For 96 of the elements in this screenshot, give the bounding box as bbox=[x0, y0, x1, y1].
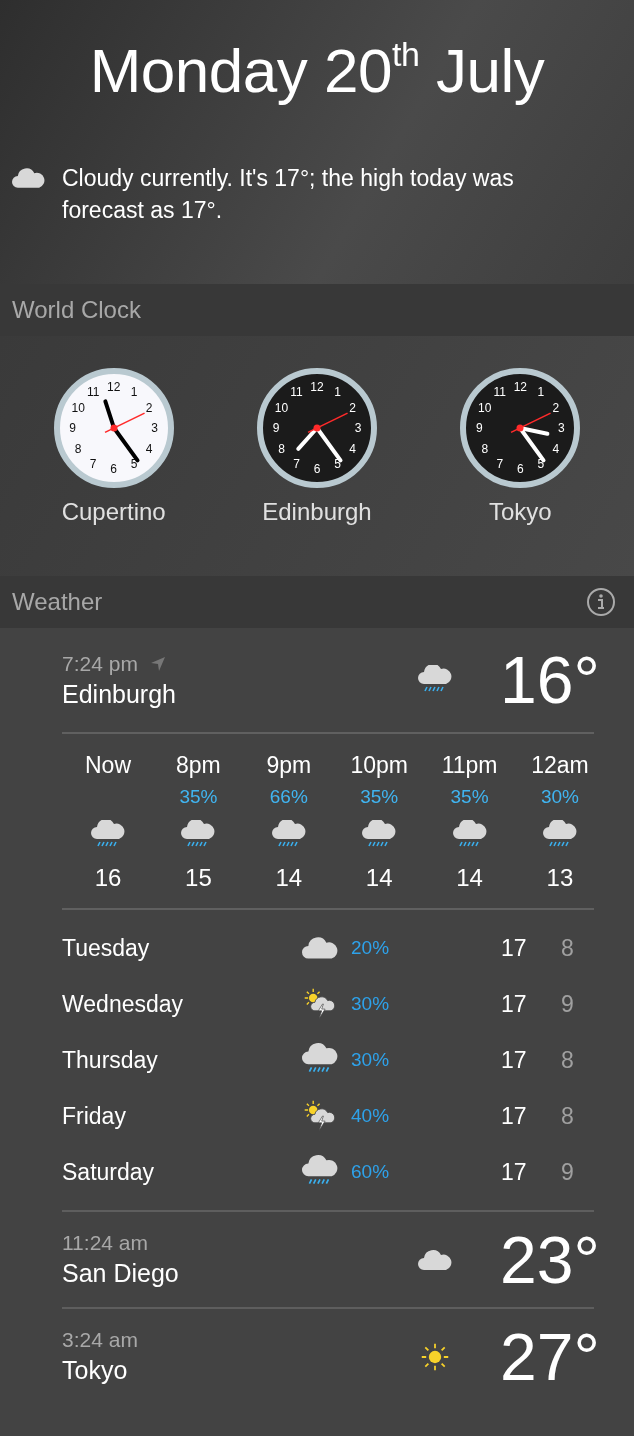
clock-numeral: 1 bbox=[334, 386, 341, 399]
rain-chance: 20% bbox=[351, 937, 391, 959]
clock-numeral: 2 bbox=[145, 401, 153, 414]
clock-numeral: 2 bbox=[349, 401, 356, 414]
rain-chance: 60% bbox=[351, 1161, 391, 1183]
clock-numeral: 4 bbox=[349, 442, 356, 455]
second-hand bbox=[510, 412, 552, 434]
clock-numeral: 9 bbox=[475, 422, 483, 434]
high-temperature: 17 bbox=[501, 990, 528, 1018]
high-temperature: 17 bbox=[501, 1046, 528, 1074]
local-time: 11:24 am bbox=[62, 1231, 148, 1255]
city-name: San Diego bbox=[62, 1259, 179, 1288]
rain-chance: 30% bbox=[540, 785, 579, 809]
hour-label: Now bbox=[85, 752, 131, 780]
center-pin bbox=[313, 424, 321, 432]
hour-temperature: 16 bbox=[94, 864, 122, 892]
hour-temperature: 14 bbox=[275, 864, 303, 892]
high-temperature: 17 bbox=[501, 1102, 528, 1130]
section-title: World Clock bbox=[12, 296, 141, 324]
clock-numeral: 10 bbox=[478, 401, 492, 414]
current-temperature: 27° bbox=[500, 1318, 594, 1395]
clock-numeral: 3 bbox=[354, 422, 362, 434]
clock-numeral: 12 bbox=[107, 381, 121, 393]
hour-label: 11pm bbox=[441, 752, 498, 780]
clock-numeral: 9 bbox=[69, 422, 76, 434]
local-time: 7:24 pm bbox=[62, 651, 138, 676]
center-pin bbox=[516, 424, 524, 432]
day-name: Thursday bbox=[62, 1046, 159, 1074]
rain-chance: 30% bbox=[351, 993, 391, 1015]
clock-numeral: 12 bbox=[513, 381, 527, 393]
clock-numeral: 1 bbox=[537, 386, 545, 399]
second-hand bbox=[103, 412, 145, 434]
clock-numeral: 3 bbox=[557, 422, 565, 434]
clock-numeral: 6 bbox=[313, 463, 321, 475]
clock-numeral: 2 bbox=[552, 401, 560, 414]
city-label: Tokyo bbox=[488, 498, 552, 526]
day-name: Saturday bbox=[62, 1158, 156, 1186]
clock-numeral: 9 bbox=[272, 422, 280, 434]
clock-numeral: 3 bbox=[151, 422, 158, 434]
clock-numeral: 10 bbox=[71, 401, 85, 414]
hour-temperature: 14 bbox=[456, 864, 483, 892]
sun-thunderstorm-icon bbox=[302, 1099, 338, 1133]
clock-numeral: 11 bbox=[86, 386, 100, 399]
low-temperature: 8 bbox=[561, 1046, 574, 1074]
clock-numeral: 8 bbox=[278, 442, 285, 455]
clock-numeral: 4 bbox=[145, 442, 153, 455]
rain-chance: 35% bbox=[450, 785, 489, 809]
rain-chance: 35% bbox=[360, 785, 399, 809]
clock-numeral: 5 bbox=[130, 457, 138, 470]
high-temperature: 17 bbox=[501, 1158, 528, 1186]
clock-numeral: 7 bbox=[496, 457, 504, 470]
low-temperature: 9 bbox=[561, 990, 574, 1018]
city-name: Edinburgh bbox=[62, 679, 176, 709]
current-temperature: 23° bbox=[500, 1221, 594, 1298]
high-temperature: 17 bbox=[501, 934, 528, 962]
hour-temperature: 15 bbox=[185, 864, 212, 892]
rain-chance: 40% bbox=[351, 1105, 391, 1127]
hour-temperature: 14 bbox=[365, 864, 393, 892]
hour-label: 8pm bbox=[176, 752, 221, 780]
hour-temperature: 13 bbox=[546, 864, 574, 892]
clock-numeral: 7 bbox=[293, 457, 300, 470]
rain-chance: 66% bbox=[269, 785, 308, 809]
hour-label: 12am bbox=[531, 752, 589, 780]
clock-numeral: 11 bbox=[290, 386, 303, 399]
clock-numeral: 4 bbox=[552, 442, 560, 455]
clock-numeral: 6 bbox=[110, 463, 117, 475]
hour-label: 10pm bbox=[350, 752, 408, 780]
day-name: Wednesday bbox=[62, 990, 185, 1018]
info-icon[interactable] bbox=[586, 587, 616, 617]
local-time: 3:24 am bbox=[62, 1328, 138, 1352]
clock-numeral: 1 bbox=[130, 386, 138, 399]
second-hand bbox=[307, 412, 349, 434]
hour-label: 9pm bbox=[266, 752, 312, 780]
weather-summary: Cloudy currently. It's 17°; the high today was forecast as 17°. bbox=[62, 164, 515, 225]
low-temperature: 8 bbox=[561, 1102, 574, 1130]
low-temperature: 8 bbox=[561, 934, 574, 962]
day-name: Tuesday bbox=[62, 934, 151, 962]
cloud-icon bbox=[12, 167, 45, 189]
sun-thunderstorm-icon bbox=[302, 987, 338, 1021]
low-temperature: 9 bbox=[561, 1158, 574, 1186]
day-name: Friday bbox=[62, 1102, 127, 1130]
rain-chance: 30% bbox=[351, 1049, 391, 1071]
clock-numeral: 6 bbox=[516, 463, 524, 475]
section-title: Weather bbox=[12, 588, 103, 616]
city-name: Tokyo bbox=[62, 1356, 129, 1385]
current-temperature: 16° bbox=[500, 642, 594, 718]
clock-numeral: 8 bbox=[481, 442, 489, 455]
clock-numeral: 12 bbox=[310, 381, 324, 393]
center-pin bbox=[110, 424, 118, 432]
clock-numeral: 11 bbox=[493, 386, 507, 399]
city-label: Cupertino bbox=[61, 498, 166, 526]
clock-numeral: 10 bbox=[274, 401, 289, 414]
clock-numeral: 7 bbox=[89, 457, 97, 470]
rain-chance: 35% bbox=[179, 785, 218, 809]
city-label: Edinburgh bbox=[262, 498, 372, 526]
clock-numeral: 8 bbox=[74, 442, 82, 455]
